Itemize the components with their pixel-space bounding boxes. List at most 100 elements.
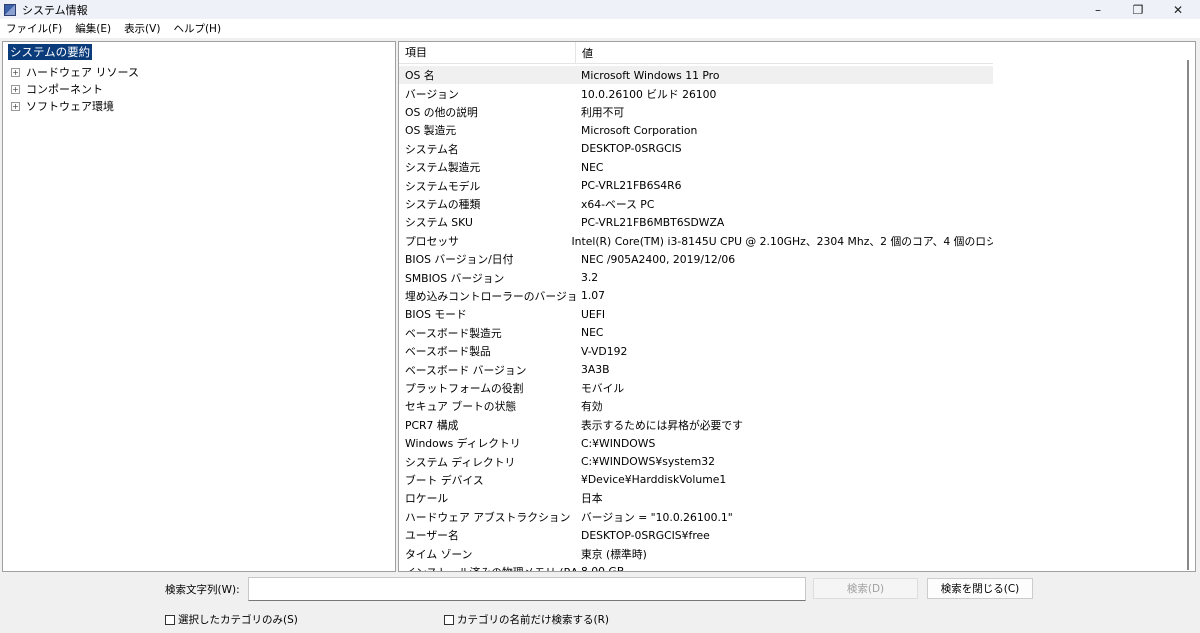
row-item: Windows ディレクトリ [405, 437, 521, 451]
row-value: NEC /905A2400, 2019/12/06 [581, 252, 736, 266]
menu-help[interactable]: ヘルプ(H) [173, 21, 221, 36]
row-item: ベースボード製品 [405, 345, 491, 359]
row-item: ロケール [405, 492, 449, 506]
tree-item-label: コンポーネント [26, 83, 103, 96]
find-button[interactable]: 検索(D) [813, 578, 918, 599]
table-row[interactable]: ユーザー名 DESKTOP-0SRGCIS¥free [399, 526, 993, 544]
table-row[interactable]: ベースボード製品 V-VD192 [399, 342, 993, 360]
menu-edit[interactable]: 編集(E) [75, 21, 111, 36]
table-row[interactable]: システム製造元 NEC [399, 158, 993, 176]
expand-icon[interactable]: + [11, 101, 20, 111]
row-value: PC-VRL21FB6MBT6SDWZA [581, 215, 725, 229]
tree-item-label: ソフトウェア環境 [26, 100, 114, 113]
row-value: Microsoft Windows 11 Pro [581, 68, 720, 82]
row-item: BIOS バージョン/日付 [405, 253, 514, 267]
menu-view[interactable]: 表示(V) [124, 21, 160, 36]
row-item: 埋め込みコントローラーのバージョン [405, 289, 576, 303]
close-button[interactable]: ✕ [1158, 0, 1198, 19]
details-table: 項目 値 OS 名 Microsoft Windows 11 Pro バージョン 10… [398, 41, 1196, 572]
row-value: 10.0.26100 ビルド 26100 [581, 87, 717, 101]
expand-icon[interactable]: + [11, 67, 20, 77]
table-row[interactable]: SMBIOS バージョン 3.2 [399, 268, 993, 286]
row-value: DESKTOP-0SRGCIS [581, 142, 682, 156]
row-item: BIOS モード [405, 308, 467, 322]
tree-item-system-summary[interactable]: システムの要約 [6, 43, 94, 61]
only-selected-category-checkbox[interactable]: 選択したカテゴリのみ(S) [165, 612, 298, 627]
table-row[interactable]: システム SKU PC-VRL21FB6MBT6SDWZA [399, 213, 993, 231]
row-value: x64-ベース PC [581, 197, 655, 211]
row-item: SMBIOS バージョン [405, 271, 505, 285]
row-item: ハードウェア アブストラクション レイヤー [405, 510, 576, 524]
table-row[interactable]: ブート デバイス ¥Device¥HarddiskVolume1 [399, 471, 993, 489]
row-item: OS 製造元 [405, 124, 457, 138]
minimize-button[interactable]: – [1078, 0, 1118, 19]
row-item: システム製造元 [405, 161, 481, 175]
column-header-item[interactable]: 項目 [399, 42, 576, 64]
table-row[interactable]: ハードウェア アブストラクション レイヤーバージョン = "10.0.26100… [399, 508, 993, 526]
table-row[interactable]: 埋め込みコントローラーのバージョン 1.07 [399, 287, 993, 305]
menu-bar: ファイル(F) 編集(E) 表示(V) ヘルプ(H) [0, 19, 1200, 38]
table-row[interactable]: OS 製造元 Microsoft Corporation [399, 121, 993, 139]
tree-item-software-environment[interactable]: + ソフトウェア環境 [11, 98, 114, 114]
menu-file[interactable]: ファイル(F) [6, 21, 62, 36]
row-value: NEC [581, 160, 604, 174]
table-row[interactable]: システム名 DESKTOP-0SRGCIS [399, 140, 993, 158]
search-input[interactable] [248, 577, 806, 601]
table-row[interactable]: タイム ゾーン 東京 (標準時) [399, 544, 993, 562]
row-value: 利用不可 [581, 105, 625, 119]
table-row[interactable]: システム ディレクトリ C:¥WINDOWS¥system32 [399, 452, 993, 470]
tree-item-hardware-resources[interactable]: + ハードウェア リソース [11, 64, 139, 80]
table-row[interactable]: ベースボード製造元 NEC [399, 324, 993, 342]
table-row[interactable]: OS 名 Microsoft Windows 11 Pro [399, 66, 993, 85]
table-row[interactable]: バージョン 10.0.26100 ビルド 26100 [399, 84, 993, 102]
window-title: システム情報 [22, 3, 88, 17]
row-item: システム ディレクトリ [405, 455, 516, 469]
row-item: OS 名 [405, 69, 435, 83]
row-value: 3A3B [581, 363, 610, 377]
column-header-value[interactable]: 値 [576, 45, 593, 61]
restore-button[interactable]: ❐ [1118, 0, 1158, 19]
table-row[interactable]: BIOS モード UEFI [399, 305, 993, 323]
table-row[interactable]: OS の他の説明 利用不可 [399, 103, 993, 121]
table-row[interactable]: BIOS バージョン/日付 NEC /905A2400, 2019/12/06 [399, 250, 993, 268]
table-row[interactable]: ベースボード バージョン 3A3B [399, 360, 993, 378]
row-value: PC-VRL21FB6S4R6 [581, 179, 682, 193]
row-value: 8.00 GB [581, 565, 625, 572]
table-row[interactable]: Windows ディレクトリ C:¥WINDOWS [399, 434, 993, 452]
row-value: 表示するためには昇格が必要です [581, 418, 743, 432]
table-row[interactable]: PCR7 構成 表示するためには昇格が必要です [399, 416, 993, 434]
row-item: バージョン [405, 87, 459, 101]
row-value: 有効 [581, 400, 603, 414]
tree-item-components[interactable]: + コンポーネント [11, 81, 103, 97]
row-item: ベースボード製造元 [405, 326, 502, 340]
category-tree: システムの要約 + ハードウェア リソース + コンポーネント + ソフトウェア環境 [2, 41, 396, 572]
checkbox-icon[interactable] [444, 614, 454, 625]
row-value: NEC [581, 326, 604, 340]
system-info-icon [4, 3, 16, 16]
row-value: 東京 (標準時) [581, 547, 647, 561]
row-value: 3.2 [581, 271, 599, 285]
checkbox-icon[interactable] [165, 614, 175, 625]
tree-item-label: ハードウェア リソース [26, 66, 139, 79]
close-search-button[interactable]: 検索を閉じる(C) [927, 578, 1033, 599]
row-value: V-VD192 [581, 344, 628, 358]
category-names-only-checkbox[interactable]: カテゴリの名前だけ検索する(R) [444, 612, 609, 627]
table-row[interactable]: インストール済みの物理メモリ (RAM) 8.00 GB [399, 563, 993, 572]
checkbox-label: カテゴリの名前だけ検索する(R) [457, 614, 609, 626]
expand-icon[interactable]: + [11, 84, 20, 94]
table-row[interactable]: システムモデル PC-VRL21FB6S4R6 [399, 176, 993, 194]
row-value: Intel(R) Core(TM) i3-8145U CPU @ 2.10GHz… [571, 234, 993, 248]
row-item: プロセッサ [405, 234, 459, 248]
table-row[interactable]: セキュア ブートの状態 有効 [399, 397, 993, 415]
title-bar: システム情報 – ❐ ✕ [0, 0, 1200, 19]
table-row[interactable]: ロケール 日本 [399, 489, 993, 507]
table-row[interactable]: プロセッサ Intel(R) Core(TM) i3-8145U CPU @ 2.… [399, 232, 993, 250]
vertical-scrollbar[interactable] [1187, 60, 1189, 570]
row-item: システム SKU [405, 216, 473, 230]
table-row[interactable]: プラットフォームの役割 モバイル [399, 379, 993, 397]
row-item: システムの種類 [405, 197, 481, 211]
row-value: モバイル [581, 381, 625, 395]
row-value: C:¥WINDOWS¥system32 [581, 455, 715, 469]
table-row[interactable]: システムの種類 x64-ベース PC [399, 195, 993, 213]
row-value: DESKTOP-0SRGCIS¥free [581, 528, 710, 542]
